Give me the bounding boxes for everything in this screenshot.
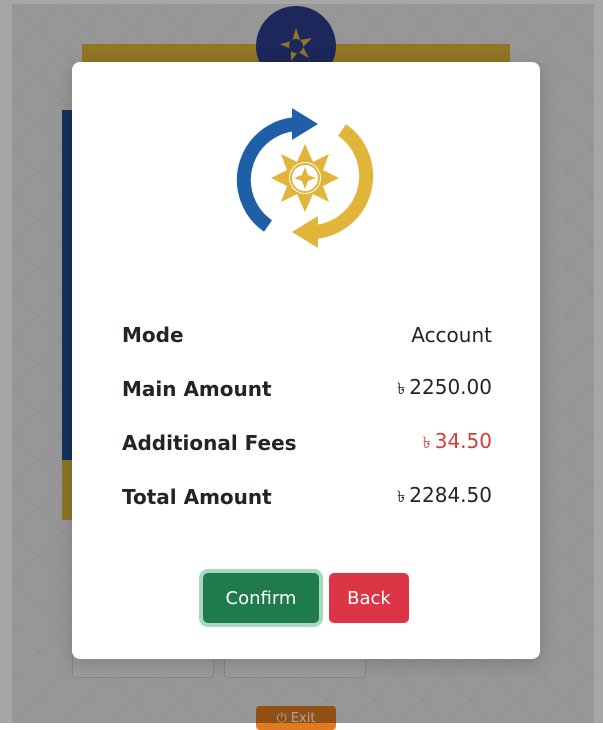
confirmation-modal: Mode Account Main Amount ৳ 2250.00 Additi… bbox=[72, 62, 540, 659]
additional-fees-value: ৳ 34.50 bbox=[423, 429, 492, 457]
main-amount-label: Main Amount bbox=[122, 377, 272, 401]
main-amount-text: 2250.00 bbox=[409, 375, 492, 399]
total-amount-text: 2284.50 bbox=[409, 483, 492, 507]
total-amount-label: Total Amount bbox=[122, 485, 272, 509]
total-amount-value: ৳ 2284.50 bbox=[397, 483, 492, 511]
taka-icon: ৳ bbox=[397, 379, 406, 398]
additional-fees-label: Additional Fees bbox=[122, 431, 297, 455]
mode-label: Mode bbox=[122, 323, 184, 347]
taka-icon: ৳ bbox=[422, 433, 431, 452]
detail-row-mode: Mode Account bbox=[122, 308, 492, 362]
mode-value: Account bbox=[411, 323, 492, 347]
back-button[interactable]: Back bbox=[329, 573, 409, 623]
main-amount-value: ৳ 2250.00 bbox=[397, 375, 492, 403]
detail-row-total-amount: Total Amount ৳ 2284.50 bbox=[122, 470, 492, 524]
mode-value-text: Account bbox=[411, 323, 492, 347]
taka-icon: ৳ bbox=[397, 487, 406, 506]
detail-row-main-amount: Main Amount ৳ 2250.00 bbox=[122, 362, 492, 416]
modal-actions: Confirm Back bbox=[72, 573, 540, 623]
confirm-button[interactable]: Confirm bbox=[203, 573, 319, 623]
exchange-logo-icon bbox=[234, 102, 376, 254]
additional-fees-text: 34.50 bbox=[434, 429, 492, 453]
detail-row-additional-fees: Additional Fees ৳ 34.50 bbox=[122, 416, 492, 470]
transaction-details: Mode Account Main Amount ৳ 2250.00 Additi… bbox=[122, 308, 492, 524]
